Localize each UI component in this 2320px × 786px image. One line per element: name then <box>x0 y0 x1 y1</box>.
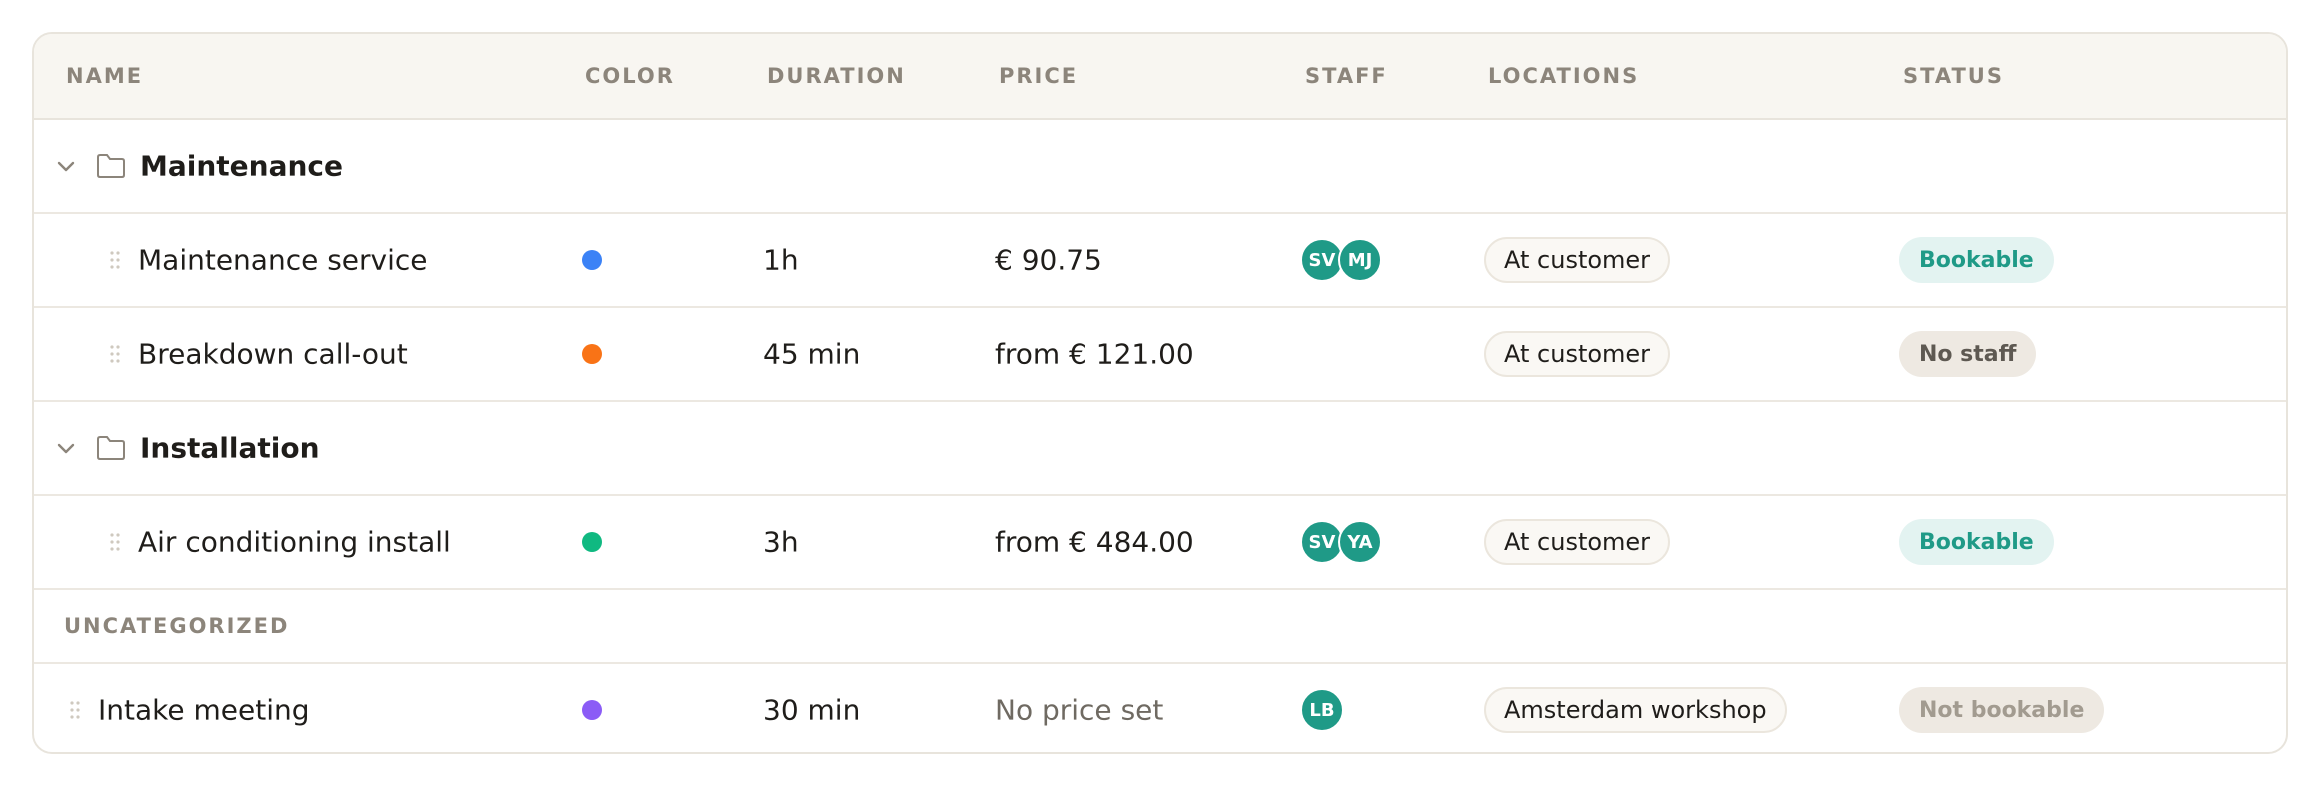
table-row[interactable]: Air conditioning install 3h from € 484.0… <box>34 496 2286 590</box>
table-row[interactable]: Intake meeting 30 min No price set LB Am… <box>34 664 2286 752</box>
service-name[interactable]: Breakdown call-out <box>138 338 408 371</box>
uncategorized-section-header: UNCATEGORIZED <box>34 590 2286 664</box>
drag-handle-icon[interactable] <box>109 249 121 271</box>
group-row-maintenance[interactable]: Maintenance <box>34 120 2286 214</box>
table-row[interactable]: Maintenance service 1h € 90.75 SV MJ At … <box>34 214 2286 308</box>
group-title: Maintenance <box>140 149 344 183</box>
location-chip: At customer <box>1484 331 1671 377</box>
avatar: LB <box>1300 688 1344 732</box>
column-header-staff[interactable]: STAFF <box>1305 64 1388 88</box>
column-header-name[interactable]: NAME <box>66 64 143 88</box>
service-price: € 90.75 <box>995 243 1102 277</box>
service-price: from € 121.00 <box>995 337 1194 371</box>
status-badge: Bookable <box>1899 519 2054 565</box>
column-header-locations[interactable]: LOCATIONS <box>1488 64 1639 88</box>
chevron-down-icon[interactable] <box>54 154 78 178</box>
status-badge: Not bookable <box>1899 687 2105 733</box>
column-header-status[interactable]: STATUS <box>1903 64 2004 88</box>
group-title: Installation <box>140 431 320 465</box>
status-badge: No staff <box>1899 331 2037 377</box>
group-row-installation[interactable]: Installation <box>34 402 2286 496</box>
location-chip: Amsterdam workshop <box>1484 687 1787 733</box>
avatar: YA <box>1338 520 1382 564</box>
service-price: from € 484.00 <box>995 525 1194 559</box>
staff-avatars: LB <box>1300 688 1344 732</box>
service-color-dot <box>582 700 602 720</box>
column-header-duration[interactable]: DURATION <box>767 64 906 88</box>
chevron-down-icon[interactable] <box>54 436 78 460</box>
service-price: No price set <box>995 693 1164 727</box>
drag-handle-icon[interactable] <box>109 343 121 365</box>
avatar: MJ <box>1338 238 1382 282</box>
location-chip: At customer <box>1484 519 1671 565</box>
services-table: NAME COLOR DURATION PRICE STAFF LOCATION… <box>32 32 2288 754</box>
column-header-color[interactable]: COLOR <box>585 64 675 88</box>
location-chip: At customer <box>1484 237 1671 283</box>
service-duration: 30 min <box>763 693 861 727</box>
staff-avatars: SV YA <box>1300 520 1386 564</box>
service-color-dot <box>582 344 602 364</box>
drag-handle-icon[interactable] <box>69 699 81 721</box>
service-name[interactable]: Maintenance service <box>138 244 428 277</box>
table-row[interactable]: Breakdown call-out 45 min from € 121.00 … <box>34 308 2286 402</box>
service-color-dot <box>582 532 602 552</box>
column-header-price[interactable]: PRICE <box>999 64 1078 88</box>
service-color-dot <box>582 250 602 270</box>
folder-icon <box>97 154 125 178</box>
table-header: NAME COLOR DURATION PRICE STAFF LOCATION… <box>34 34 2286 120</box>
service-duration: 1h <box>763 243 799 277</box>
folder-icon <box>97 436 125 460</box>
staff-avatars: SV MJ <box>1300 238 1386 282</box>
service-name[interactable]: Air conditioning install <box>138 526 451 559</box>
uncategorized-label: UNCATEGORIZED <box>64 614 290 638</box>
status-badge: Bookable <box>1899 237 2054 283</box>
service-duration: 45 min <box>763 337 861 371</box>
drag-handle-icon[interactable] <box>109 531 121 553</box>
service-duration: 3h <box>763 525 799 559</box>
service-name[interactable]: Intake meeting <box>98 694 310 727</box>
